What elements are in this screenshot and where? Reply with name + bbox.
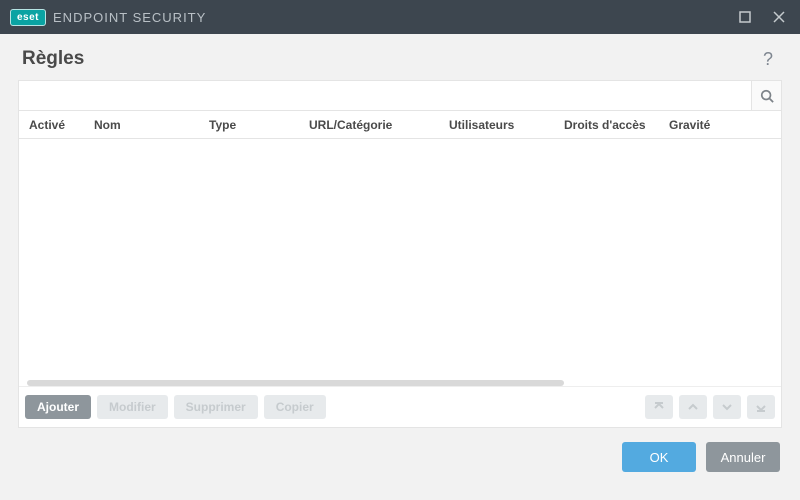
table-body <box>19 139 781 380</box>
move-bottom-button <box>747 395 775 419</box>
move-down-button <box>713 395 741 419</box>
search-icon <box>760 89 774 103</box>
move-up-button <box>679 395 707 419</box>
table-header: Activé Nom Type URL/Catégorie Utilisateu… <box>19 111 781 139</box>
brand-badge: eset <box>10 9 46 26</box>
col-severity[interactable]: Gravité <box>659 111 764 138</box>
ok-button[interactable]: OK <box>622 442 696 472</box>
chevron-down-icon <box>721 401 733 413</box>
col-users[interactable]: Utilisateurs <box>439 111 554 138</box>
minimize-button[interactable] <box>728 0 762 34</box>
cancel-button[interactable]: Annuler <box>706 442 780 472</box>
horizontal-scrollbar[interactable] <box>27 380 773 386</box>
move-top-button <box>645 395 673 419</box>
dialog-footer: OK Annuler <box>0 428 800 486</box>
close-button[interactable] <box>762 0 796 34</box>
search-button[interactable] <box>751 81 781 110</box>
panel-toolbar: Ajouter Modifier Supprimer Copier <box>19 386 781 427</box>
reorder-buttons <box>645 395 775 419</box>
rules-panel: Activé Nom Type URL/Catégorie Utilisateu… <box>18 80 782 428</box>
minimize-icon <box>739 11 751 23</box>
page-title: Règles <box>22 48 84 70</box>
edit-button: Modifier <box>97 395 168 419</box>
copy-button: Copier <box>264 395 326 419</box>
search-row <box>19 81 781 111</box>
brand-text: ENDPOINT SECURITY <box>53 10 206 25</box>
titlebar: eset ENDPOINT SECURITY <box>0 0 800 34</box>
col-rights[interactable]: Droits d'accès <box>554 111 659 138</box>
col-type[interactable]: Type <box>199 111 299 138</box>
add-button[interactable]: Ajouter <box>25 395 91 419</box>
help-icon: ? <box>763 49 773 70</box>
chevron-bottom-icon <box>755 401 767 413</box>
chevron-up-icon <box>687 401 699 413</box>
chevron-top-icon <box>653 401 665 413</box>
search-input[interactable] <box>19 81 751 110</box>
delete-button: Supprimer <box>174 395 258 419</box>
col-url[interactable]: URL/Catégorie <box>299 111 439 138</box>
col-activated[interactable]: Activé <box>19 111 84 138</box>
help-button[interactable]: ? <box>758 49 778 69</box>
close-icon <box>773 11 785 23</box>
page-header: Règles ? <box>0 34 800 80</box>
col-name[interactable]: Nom <box>84 111 199 138</box>
